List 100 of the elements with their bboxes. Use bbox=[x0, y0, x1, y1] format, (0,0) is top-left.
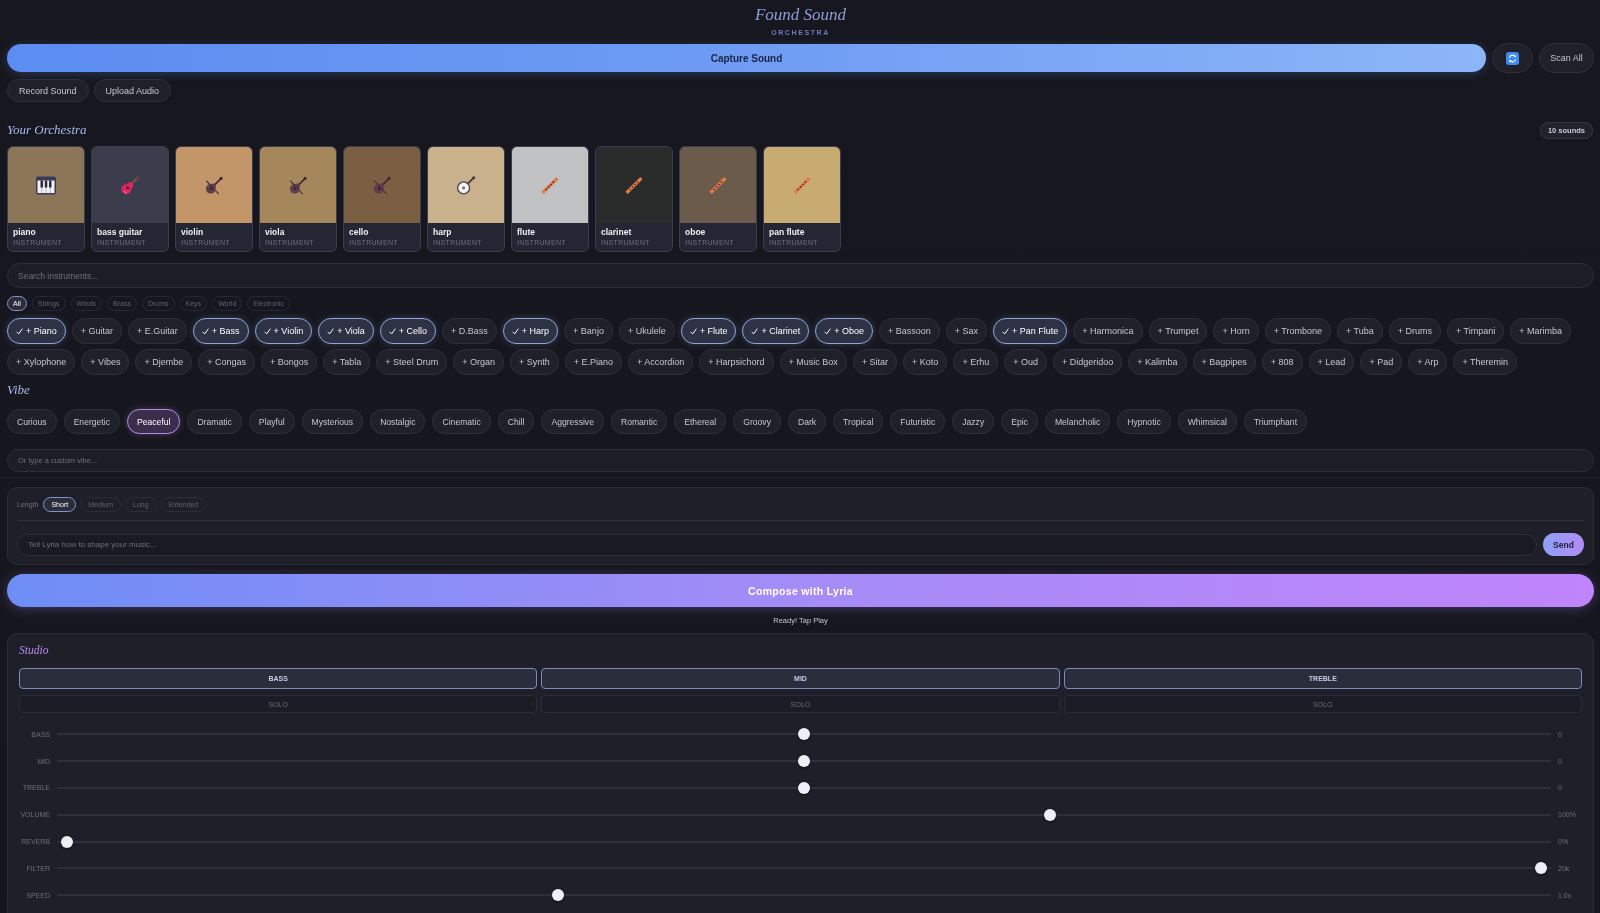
violin-icon bbox=[372, 175, 392, 195]
instrument-chip[interactable]: + Marimba bbox=[1510, 318, 1572, 344]
send-button[interactable]: Send bbox=[1543, 533, 1584, 556]
instrument-chip[interactable]: + Ukulele bbox=[618, 318, 675, 344]
instrument-chip[interactable]: + Guitar bbox=[71, 318, 123, 344]
instrument-chip[interactable]: + Congas bbox=[198, 349, 255, 375]
instrument-chip[interactable]: + E.Piano bbox=[564, 349, 622, 375]
instrument-chip[interactable]: + Banjo bbox=[564, 318, 613, 344]
instrument-name: viola bbox=[265, 226, 285, 238]
instrument-chip[interactable]: + Koto bbox=[903, 349, 948, 375]
flute-icon bbox=[792, 175, 812, 195]
vibe-chip[interactable]: Dark bbox=[787, 409, 827, 434]
vibe-chip[interactable]: Tropical bbox=[833, 409, 884, 434]
vibe-chip[interactable]: Hypnotic bbox=[1117, 409, 1171, 434]
instrument-chip[interactable]: + Oud bbox=[1004, 349, 1047, 375]
instrument-chip[interactable]: + Arp bbox=[1408, 349, 1448, 375]
instrument-chip[interactable]: + Kalimba bbox=[1128, 349, 1187, 375]
instrument-name: cello bbox=[349, 226, 369, 238]
instrument-chip[interactable]: + Music Box bbox=[779, 349, 847, 375]
instrument-chip[interactable]: + Flute bbox=[680, 318, 737, 344]
vibe-chip[interactable]: Dramatic bbox=[187, 409, 242, 434]
instrument-chip[interactable]: + Bassoon bbox=[879, 318, 940, 344]
instrument-chip[interactable]: + Trombone bbox=[1264, 318, 1331, 344]
slider-thumb[interactable] bbox=[1044, 808, 1057, 821]
violin-icon bbox=[204, 175, 224, 195]
instrument-chip[interactable]: + Viola bbox=[318, 318, 374, 344]
instrument-chip[interactable]: + Drums bbox=[1388, 318, 1441, 344]
vibe-chip[interactable]: Melancholic bbox=[1044, 409, 1111, 434]
capture-sound-button[interactable]: Capture Sound bbox=[7, 44, 1486, 72]
flute-icon bbox=[708, 175, 728, 195]
check-icon bbox=[824, 327, 832, 335]
instrument-chip[interactable]: + Bass bbox=[192, 318, 249, 344]
slider-thumb[interactable] bbox=[798, 755, 810, 768]
instrument-chip[interactable]: + Accordion bbox=[628, 349, 694, 375]
vibe-chip[interactable]: Curious bbox=[7, 409, 57, 434]
instrument-chip[interactable]: + Theremin bbox=[1453, 349, 1518, 375]
vibe-chip[interactable]: Ethereal bbox=[674, 409, 727, 434]
instrument-chip[interactable]: + Harpsichord bbox=[699, 349, 774, 375]
slider-thumb[interactable] bbox=[798, 782, 810, 794]
vibe-chip[interactable]: Groovy bbox=[733, 409, 781, 434]
slider-thumb[interactable] bbox=[798, 728, 810, 741]
instrument-chip[interactable]: + Cello bbox=[379, 318, 437, 344]
instrument-chip[interactable]: + Lead bbox=[1308, 349, 1355, 375]
instrument-chip[interactable]: + Steel Drum bbox=[376, 349, 448, 375]
instrument-chip[interactable]: + Tuba bbox=[1336, 318, 1383, 344]
instrument-chip[interactable]: + Xylophone bbox=[7, 349, 76, 375]
instrument-chip[interactable]: + Erhu bbox=[953, 349, 999, 375]
vibe-chip[interactable]: Aggressive bbox=[541, 409, 604, 434]
source-button[interactable]: Upload Audio bbox=[93, 79, 172, 102]
check-icon bbox=[511, 327, 519, 335]
slider-thumb[interactable] bbox=[61, 835, 73, 848]
instrument-chip[interactable]: + Timpani bbox=[1447, 318, 1505, 344]
check-icon bbox=[751, 327, 759, 335]
vibe-chip[interactable]: Triumphant bbox=[1243, 409, 1308, 434]
instrument-chip[interactable]: + Piano bbox=[7, 318, 66, 344]
instrument-chip[interactable]: + Horn bbox=[1213, 318, 1259, 344]
vibe-chip[interactable]: Mysterious bbox=[301, 409, 364, 434]
instrument-chip[interactable]: + Bongos bbox=[260, 349, 318, 375]
vibe-chip[interactable]: Peaceful bbox=[126, 409, 181, 434]
check-icon bbox=[201, 327, 209, 335]
instrument-chip[interactable]: + Pad bbox=[1360, 349, 1403, 375]
instrument-chip[interactable]: + Harp bbox=[502, 318, 559, 344]
refresh-button[interactable] bbox=[1492, 43, 1533, 73]
instrument-chip[interactable]: + Synth bbox=[509, 349, 559, 375]
vibe-chip[interactable]: Energetic bbox=[63, 409, 120, 434]
instrument-chip[interactable]: + Violin bbox=[254, 318, 313, 344]
instrument-chip[interactable]: + Sax bbox=[945, 318, 988, 344]
slider-thumb[interactable] bbox=[551, 889, 564, 902]
instrument-name: bass guitar bbox=[97, 226, 143, 238]
source-button[interactable]: Record Sound bbox=[7, 79, 89, 102]
vibe-chip[interactable]: Nostalgic bbox=[370, 409, 426, 434]
instrument-chip[interactable]: + Sitar bbox=[852, 349, 898, 375]
instrument-chip[interactable]: + Bagpipes bbox=[1192, 349, 1256, 375]
instrument-chip[interactable]: + Harmonica bbox=[1073, 318, 1143, 344]
instrument-chip[interactable]: + Oboe bbox=[815, 318, 873, 344]
instrument-chip[interactable]: + Djembe bbox=[135, 349, 193, 375]
vibe-chip[interactable]: Romantic bbox=[610, 409, 668, 434]
vibe-chip[interactable]: Cinematic bbox=[432, 409, 491, 434]
scan-all-button[interactable]: Scan All bbox=[1539, 43, 1594, 73]
instrument-chip[interactable]: + Didgeridoo bbox=[1052, 349, 1123, 375]
search-field[interactable]: Search instruments... bbox=[7, 263, 1594, 288]
instrument-chip[interactable]: + Tabla bbox=[323, 349, 371, 375]
instrument-chip[interactable]: + Vibes bbox=[81, 349, 130, 375]
instrument-name: pan flute bbox=[769, 226, 805, 238]
prompt-field[interactable]: Tell Lyria how to shape your music... bbox=[17, 533, 1537, 556]
instrument-chip[interactable]: + E.Guitar bbox=[128, 318, 187, 344]
vibe-chip[interactable]: Playful bbox=[248, 409, 295, 434]
instrument-chip[interactable]: + Clarinet bbox=[742, 318, 810, 344]
instrument-chip[interactable]: + Organ bbox=[453, 349, 504, 375]
vibe-chip[interactable]: Whimsical bbox=[1177, 409, 1237, 434]
instrument-chip[interactable]: + Pan Flute bbox=[993, 318, 1068, 344]
slider-thumb[interactable] bbox=[1535, 862, 1547, 875]
vibe-chip[interactable]: Chill bbox=[497, 409, 535, 434]
instrument-chip[interactable]: + Trumpet bbox=[1148, 318, 1208, 344]
instrument-chip[interactable]: + 808 bbox=[1261, 349, 1303, 375]
app-title: Found Sound bbox=[754, 5, 847, 25]
instrument-chip[interactable]: + D.Bass bbox=[442, 318, 497, 344]
vibe-chip[interactable]: Futuristic bbox=[890, 409, 946, 434]
vibe-chip[interactable]: Jazzy bbox=[952, 409, 995, 434]
vibe-chip[interactable]: Epic bbox=[1001, 409, 1038, 434]
